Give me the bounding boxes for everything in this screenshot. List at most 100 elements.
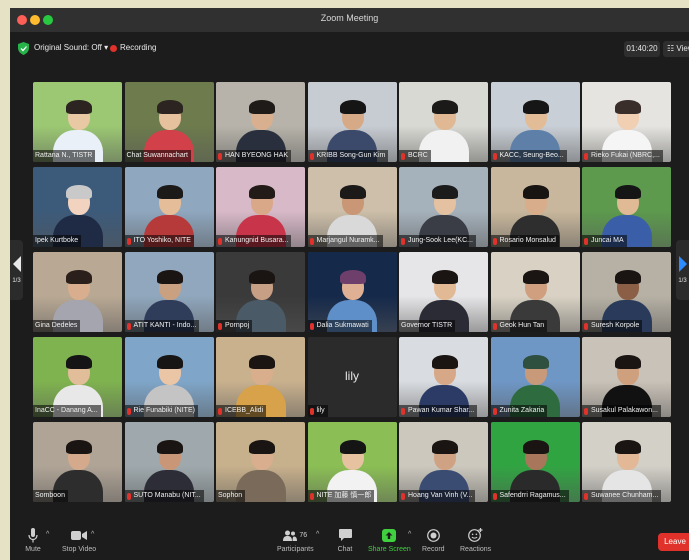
gallery-grid: Rattana N., TISTR Chat Suwannachart HAN BY… [33, 82, 673, 503]
audio-options-caret-icon[interactable]: ^ [46, 531, 49, 538]
window-title: Zoom Meeting [320, 13, 379, 23]
participant-name-tag: Susakul Palakawon... [582, 405, 661, 417]
participant-name: Somboon [35, 492, 65, 499]
participant-tile[interactable]: ICEBB_Alidi [216, 337, 305, 417]
video-options-caret-icon[interactable]: ^ [91, 531, 94, 538]
participant-tile[interactable]: Governor TISTR [399, 252, 488, 332]
original-sound-toggle[interactable]: Original Sound: Off ▾ [34, 43, 108, 52]
participant-tile[interactable]: Susakul Palakawon... [582, 337, 671, 417]
participant-tile[interactable]: HAN BYEONG HAK [216, 82, 305, 162]
participant-tile[interactable]: Suwanee Chunham... [582, 422, 671, 502]
participant-tile[interactable]: NITE 加藤 慎一郎 [307, 422, 397, 502]
participant-tile[interactable]: Hoang Van Vinh (V... [399, 422, 488, 502]
participant-tile[interactable]: Pawan Kumar Shar... [399, 337, 488, 417]
participant-name: KACC, Seung-Beo... [499, 152, 564, 159]
participant-name-tag: Ipek Kurtboke [33, 235, 82, 247]
participant-name-tag: Pornpoj [216, 320, 253, 332]
participant-name-tag: Suresh Korpole [582, 320, 643, 332]
mic-muted-icon [126, 492, 131, 500]
participant-tile[interactable]: Suresh Korpole [582, 252, 671, 332]
record-button[interactable]: Record [422, 527, 445, 553]
participant-name-tag: Chat Suwannachart [124, 150, 191, 162]
recording-label: Recording [120, 43, 157, 52]
participant-tile[interactable]: ITO Yoshiko, NITE [124, 167, 214, 247]
participant-tile[interactable]: Ipek Kurtboke [33, 167, 122, 247]
next-page-button[interactable]: 1/3 [676, 240, 689, 300]
participant-tile[interactable]: Safendrri Ragamus... [490, 422, 580, 502]
mic-muted-icon [492, 152, 497, 160]
participant-name: Rosario Monsalud [499, 237, 556, 244]
participant-tile[interactable]: Kanungnid Busara... [216, 167, 305, 247]
participant-tile[interactable]: Marjangul Nuramk... [307, 167, 397, 247]
participant-name-tag: InaCC - Danang A... [33, 405, 101, 417]
participant-tile[interactable]: Sophon [216, 422, 305, 502]
participant-tile[interactable]: Pornpoj [216, 252, 305, 332]
participant-tile[interactable]: Somboon [33, 422, 122, 502]
participant-tile[interactable]: Chat Suwannachart [124, 82, 214, 162]
participant-tile[interactable]: Zunita Zakaria [490, 337, 580, 417]
participant-name: ICEBB_Alidi [225, 407, 264, 414]
participant-tile[interactable]: Geok Hun Tan [490, 252, 580, 332]
participant-name-tag: ATIT KANTI - Indo... [124, 320, 200, 332]
participant-tile[interactable]: Rattana N., TISTR [33, 82, 122, 162]
chat-button[interactable]: Chat [336, 527, 354, 553]
participant-name-tag: KRIBB Song-Gun Kim [307, 150, 389, 162]
share-options-caret-icon[interactable]: ^ [408, 531, 411, 538]
participant-name-tag: Hoang Van Vinh (V... [399, 490, 476, 502]
mic-muted-icon [401, 152, 405, 160]
participant-tile[interactable]: BCRC [399, 82, 488, 162]
stop-video-label: Stop Video [62, 546, 97, 553]
previous-page-button[interactable]: 1/3 [10, 240, 23, 300]
original-sound-label: Original Sound: Off [34, 43, 102, 52]
participant-tile[interactable]: KRIBB Song-Gun Kim [307, 82, 397, 162]
participant-name: Dalia Sukmawati [316, 322, 369, 329]
participant-name: Suresh Korpole [591, 322, 640, 329]
participant-name-tag: Geok Hun Tan [490, 320, 548, 332]
participant-tile[interactable]: ATIT KANTI - Indo... [124, 252, 214, 332]
chat-bubble-icon [336, 527, 354, 543]
chat-label: Chat [337, 546, 353, 553]
participant-name-tag: Safendrri Ragamus... [490, 490, 569, 502]
participant-name-tag: KACC, Seung-Beo... [490, 150, 567, 162]
participant-name-tag: Rosario Monsalud [490, 235, 559, 247]
participants-button[interactable]: 76 Participants [277, 527, 314, 553]
title-bar: Zoom Meeting [10, 8, 689, 32]
leave-button[interactable]: Leave [658, 533, 689, 551]
participant-tile[interactable]: Rie Funabiki (NITE) [124, 337, 214, 417]
mic-muted-icon [401, 237, 405, 245]
grid-view-icon: ☷ [667, 44, 675, 53]
mic-muted-icon [218, 407, 222, 415]
participant-tile[interactable]: Juncai MA [582, 167, 671, 247]
participant-tile[interactable]: SUTO Manabu (NIT... [124, 422, 214, 502]
participant-placeholder-name: lily [345, 369, 359, 383]
participant-name: Rieko Fukai (NBRC,... [591, 152, 660, 159]
participant-name-tag: Juncai MA [582, 235, 627, 247]
participant-name: InaCC - Danang A... [35, 407, 98, 414]
share-screen-button[interactable]: Share Screen [368, 527, 411, 553]
mic-muted-icon [218, 322, 222, 330]
participant-tile[interactable]: Dalia Sukmawati [307, 252, 397, 332]
participant-name: Geok Hun Tan [499, 322, 545, 329]
meeting-top-bar: Original Sound: Off ▾ Recording 01:40:20… [10, 38, 689, 60]
participant-name-tag: Jung-Sook Lee(KC... [399, 235, 476, 247]
participant-tile[interactable]: Rosario Monsalud [490, 167, 580, 247]
participant-name: Sophon [218, 492, 243, 499]
share-screen-label: Share Screen [368, 546, 411, 553]
participant-tile[interactable]: KACC, Seung-Beo... [490, 82, 580, 162]
participant-tile[interactable]: lily lily [307, 337, 397, 417]
view-button[interactable]: ☷ View [663, 41, 689, 57]
page-indicator-right: 1/3 [678, 278, 687, 284]
participant-name-tag: Sophon [216, 490, 246, 502]
participant-name-tag: HAN BYEONG HAK [216, 150, 292, 162]
participants-count: 76 [299, 531, 308, 539]
participant-name: Pornpoj [225, 322, 250, 329]
zoom-window: Zoom Meeting Original Sound: Off ▾ Recor… [10, 8, 689, 560]
mute-button[interactable]: Mute [24, 527, 42, 553]
participants-options-caret-icon[interactable]: ^ [316, 531, 319, 538]
participant-tile[interactable]: Rieko Fukai (NBRC,... [582, 82, 671, 162]
security-shield-icon[interactable] [17, 42, 29, 55]
reactions-button[interactable]: Reactions [460, 527, 491, 553]
participant-tile[interactable]: Jung-Sook Lee(KC... [399, 167, 488, 247]
participant-tile[interactable]: InaCC - Danang A... [33, 337, 122, 417]
participant-tile[interactable]: Gina Dedeles [33, 252, 122, 332]
